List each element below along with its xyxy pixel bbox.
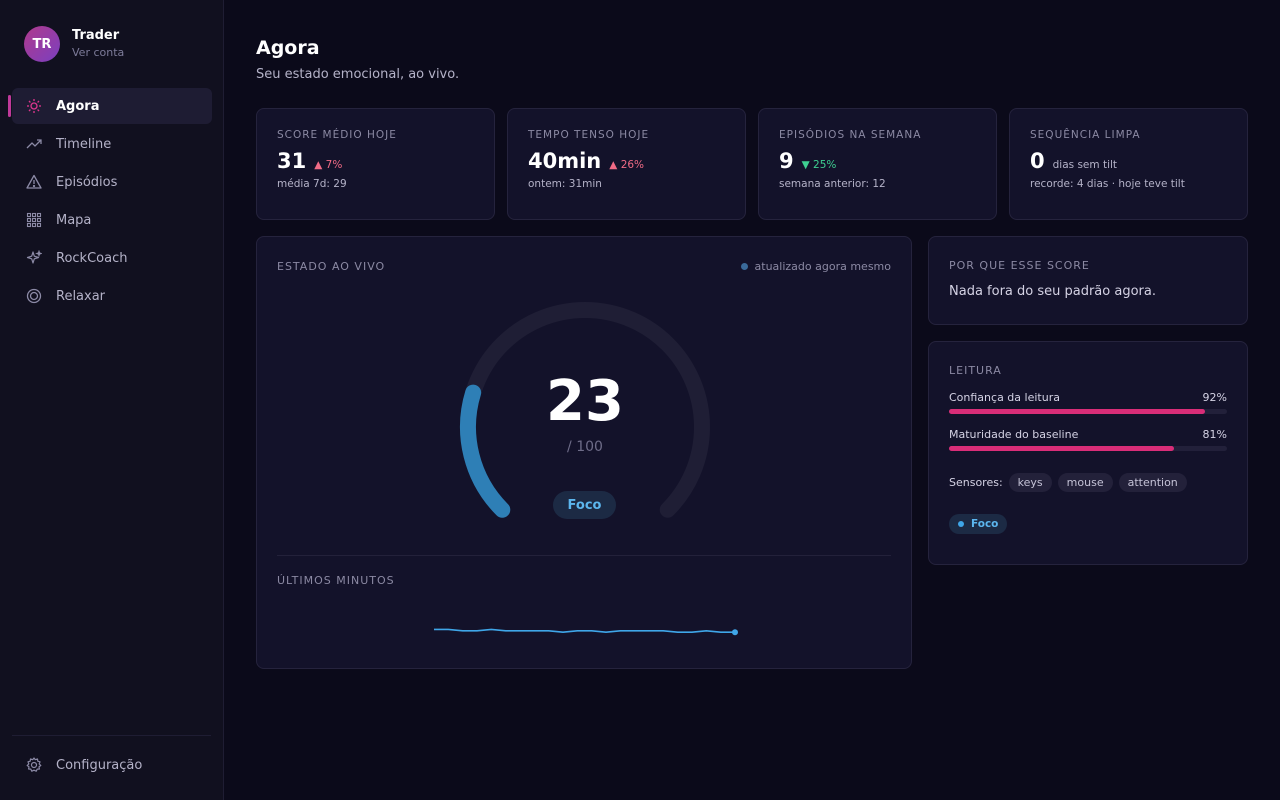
stat-foot: recorde: 4 dias · hoje teve tilt [1030, 178, 1185, 190]
sidebar-settings: Configuração [12, 747, 212, 785]
stat-delta: ▲ 7% [314, 159, 343, 171]
stat-unit: dias sem tilt [1052, 159, 1118, 171]
sun-icon [26, 98, 42, 114]
gauge-max: / 100 [567, 439, 603, 455]
metric-bar [949, 446, 1227, 451]
stat-label: Sequência limpa [1030, 129, 1141, 141]
sensor-chip-attention: attention [1118, 473, 1187, 492]
sidebar-item-label: Mapa [56, 212, 92, 228]
stat-foot: semana anterior: 12 [779, 178, 886, 190]
view-account-link[interactable]: Ver conta [72, 45, 124, 61]
stat-value: 9 [779, 149, 794, 173]
page-title: Agora [256, 37, 320, 59]
profile-name: Trader [72, 28, 120, 43]
sidebar-item-configuracao[interactable]: Configuração [12, 747, 212, 783]
sensor-chip-mouse: mouse [1057, 473, 1113, 492]
sidebar-item-label: RockCoach [56, 250, 128, 266]
stat-delta: ▼ 25% [801, 159, 837, 171]
stat-label: Episódios na semana [779, 129, 922, 141]
recent-minutes-label: Últimos minutos [277, 574, 395, 587]
stat-card-clean-streak: Sequência limpa 0 dias sem tilt recorde:… [1009, 108, 1248, 220]
state-dot-icon [958, 521, 964, 527]
sparkline [434, 628, 735, 634]
stat-card-score: Score médio hoje 31 ▲ 7% média 7d: 29 [256, 108, 495, 220]
grid-icon [26, 212, 42, 228]
sidebar-item-episodios[interactable]: Episódios [12, 164, 212, 200]
sidebar-item-label: Episódios [56, 174, 118, 190]
sparkline-end-dot [732, 629, 738, 636]
reading-card: Leitura Confiança da leitura 92% Maturid… [928, 341, 1248, 565]
sensors-row: Sensores: keys mouse attention [949, 473, 1227, 492]
stat-card-tense-time: Tempo tenso hoje 40min ▲ 26% ontem: 31mi… [507, 108, 746, 220]
metric-baseline: Maturidade do baseline 81% [949, 428, 1227, 451]
live-state-card: Estado ao vivo atualizado agora mesmo 23… [256, 236, 912, 669]
why-score-card: Por que esse score Nada fora do seu padr… [928, 236, 1248, 325]
state-badge: Foco [553, 491, 616, 519]
metric-label: Maturidade do baseline [949, 428, 1079, 441]
metric-bar [949, 409, 1227, 414]
stat-foot: média 7d: 29 [277, 178, 347, 190]
stat-value: 0 [1030, 149, 1045, 173]
sidebar-item-timeline[interactable]: Timeline [12, 126, 212, 162]
avatar[interactable]: TR [24, 26, 60, 62]
warning-icon [26, 174, 42, 190]
metric-value: 81% [1202, 428, 1227, 441]
sidebar-item-label: Configuração [56, 757, 143, 773]
sidebar-item-label: Agora [56, 98, 100, 114]
metric-confidence: Confiança da leitura 92% [949, 391, 1227, 414]
sidebar-item-mapa[interactable]: Mapa [12, 202, 212, 238]
live-divider [277, 555, 891, 556]
stat-label: Tempo tenso hoje [528, 129, 650, 141]
metric-bar-fill [949, 446, 1175, 451]
reading-label: Leitura [949, 364, 1002, 377]
sensor-chip-keys: keys [1008, 473, 1052, 492]
sidebar-item-label: Timeline [56, 136, 112, 152]
sidebar-divider [12, 735, 211, 736]
sidebar-item-label: Relaxar [56, 288, 106, 304]
target-icon [26, 288, 42, 304]
reading-state-chip: Foco [949, 514, 1008, 534]
sparkle-icon [26, 250, 42, 266]
metric-label: Confiança da leitura [949, 391, 1060, 404]
sidebar-item-relaxar[interactable]: Relaxar [12, 278, 212, 314]
page-subtitle: Seu estado emocional, ao vivo. [256, 67, 460, 82]
stat-card-episodes: Episódios na semana 9 ▼ 25% semana anter… [758, 108, 997, 220]
gauge-score: 23 [546, 369, 624, 434]
stat-label: Score médio hoje [277, 129, 397, 141]
sidebar: TR Trader Ver conta Agora Timeline Episó… [0, 0, 224, 800]
why-score-text: Nada fora do seu padrão agora. [949, 284, 1156, 299]
sidebar-item-rockcoach[interactable]: RockCoach [12, 240, 212, 276]
trend-icon [26, 136, 42, 152]
profile[interactable]: TR Trader Ver conta [24, 26, 124, 62]
sidebar-item-agora[interactable]: Agora [8, 88, 212, 124]
sensors-label: Sensores: [949, 476, 1003, 489]
stat-delta: ▲ 26% [609, 159, 645, 171]
metric-value: 92% [1202, 391, 1227, 404]
gear-icon [26, 757, 42, 773]
stat-foot: ontem: 31min [528, 178, 602, 190]
stat-value: 40min [528, 149, 602, 173]
sidebar-nav: Agora Timeline Episódios Mapa RockCoach … [8, 88, 212, 316]
stat-value: 31 [277, 149, 307, 173]
metric-bar-fill [949, 409, 1205, 414]
why-score-label: Por que esse score [949, 259, 1090, 272]
